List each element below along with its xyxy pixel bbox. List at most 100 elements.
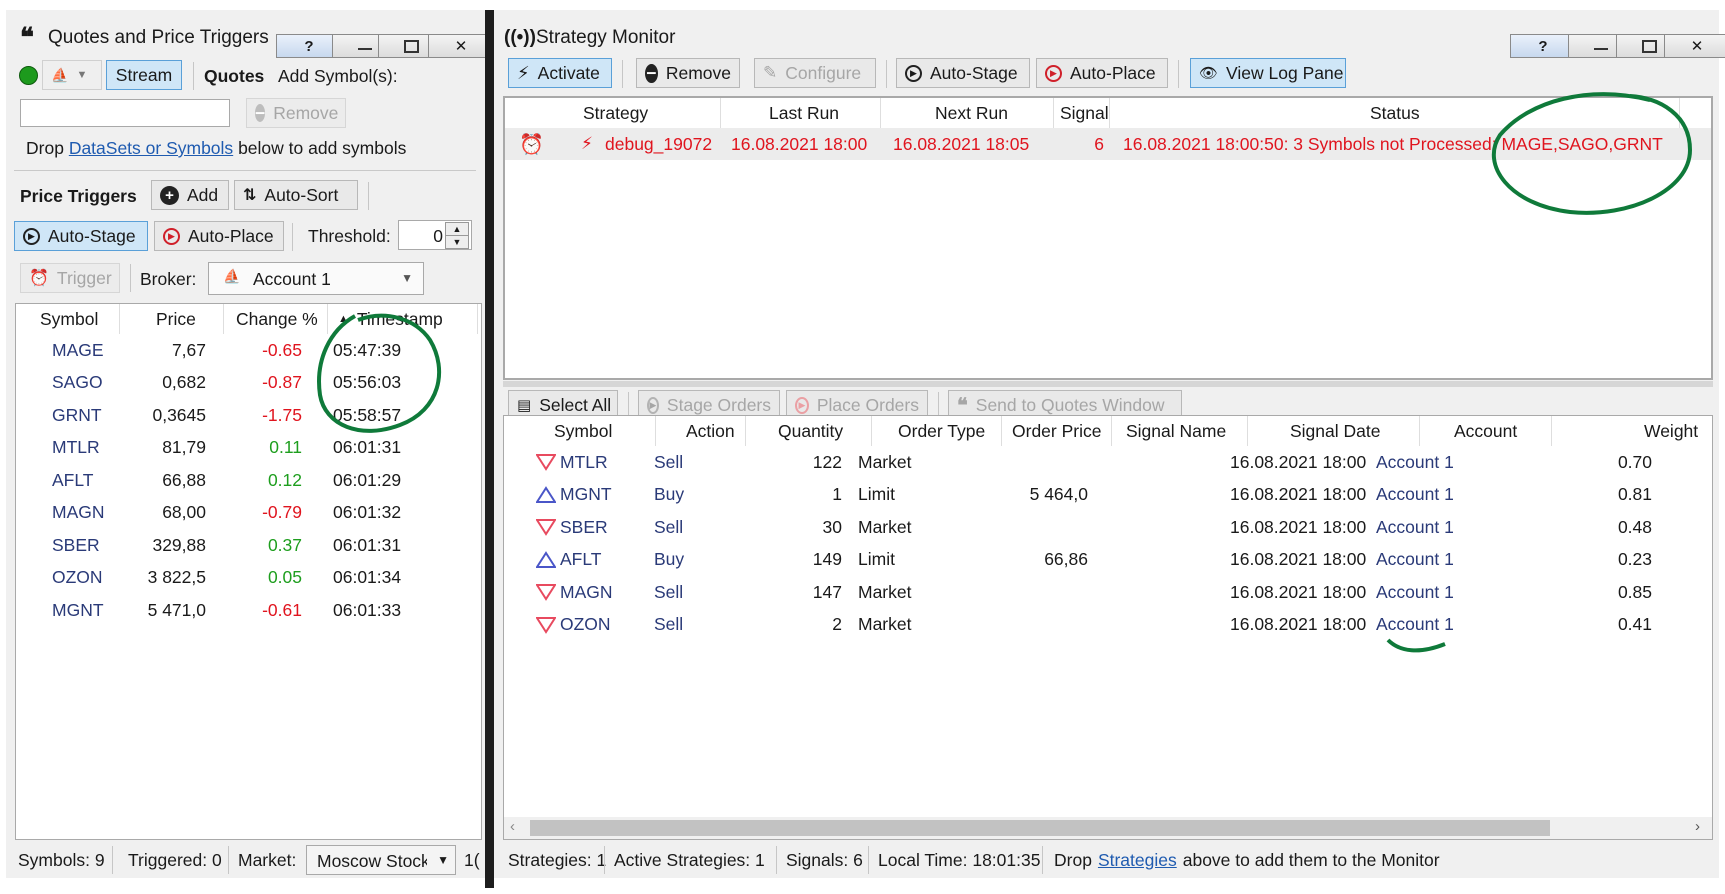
quote-row[interactable]: GRNT 0,3645 -1.75 05:58:57 bbox=[16, 399, 481, 431]
quote-row[interactable]: OZON 3 822,5 0.05 06:01:34 bbox=[16, 562, 481, 594]
quote-row[interactable]: AFLT 66,88 0.12 06:01:29 bbox=[16, 464, 481, 496]
threshold-spinner[interactable]: 0 ▲ ▼ bbox=[398, 220, 472, 250]
close-button[interactable]: ✕ bbox=[1664, 34, 1725, 58]
column-header-order-type[interactable]: Order Type bbox=[872, 416, 1002, 446]
datasets-symbols-link[interactable]: DataSets or Symbols bbox=[69, 138, 233, 158]
auto-sort-button[interactable]: ⇅ Auto-Sort bbox=[234, 180, 358, 210]
order-row[interactable]: OZON Sell 2 Market 16.08.2021 18:00 Account 1… bbox=[504, 609, 1712, 641]
status-extra: 1( bbox=[464, 849, 480, 870]
buy-triangle-icon bbox=[536, 544, 556, 576]
order-row[interactable]: AFLT Buy 149 Limit 66,86 16.08.2021 18:00 Acco… bbox=[504, 544, 1712, 576]
quote-row[interactable]: SAGO 0,682 -0.87 05:56:03 bbox=[16, 367, 481, 399]
drop-suffix: above to add them to the Monitor bbox=[1182, 849, 1440, 870]
column-header-last-run[interactable]: Last Run bbox=[721, 98, 881, 128]
status-separator bbox=[776, 846, 777, 874]
column-header-signal-date[interactable]: Signal Date bbox=[1248, 416, 1420, 446]
market-dropdown[interactable]: Moscow Stock ▼ bbox=[306, 845, 456, 875]
broker-dropdown[interactable]: ⛵ Account 1 ▼ bbox=[208, 262, 424, 295]
column-header-action[interactable]: Action bbox=[656, 416, 746, 446]
edit-icon: ✎ bbox=[763, 63, 778, 82]
local-time: Local Time: 18:01:35 bbox=[878, 849, 1041, 870]
add-trigger-button[interactable]: + Add bbox=[151, 180, 229, 210]
column-header-weight[interactable]: Weight bbox=[1552, 416, 1712, 446]
data-provider-dropdown[interactable]: ⛵ ▼ bbox=[42, 60, 102, 90]
column-header-status[interactable]: Status bbox=[1110, 98, 1680, 128]
quote-timestamp: 06:01:33 bbox=[333, 599, 402, 620]
quote-change: -0.87 bbox=[262, 372, 302, 392]
order-weight: 0.48 bbox=[1617, 516, 1652, 537]
auto-place-toggle[interactable]: ▶ Auto-Place bbox=[154, 221, 284, 251]
scroll-right-icon[interactable]: › bbox=[1695, 818, 1700, 835]
quote-row[interactable]: SBER 329,88 0.37 06:01:31 bbox=[16, 529, 481, 561]
column-header-next-run[interactable]: Next Run bbox=[881, 98, 1054, 128]
stream-button[interactable]: Stream bbox=[106, 60, 182, 90]
column-header-symbol[interactable]: Symbol bbox=[504, 416, 656, 446]
column-header-order-price[interactable]: Order Price bbox=[1002, 416, 1112, 446]
add-symbol-input[interactable] bbox=[20, 99, 230, 127]
order-action: Sell bbox=[654, 581, 684, 602]
column-header-strategy[interactable]: Strategy bbox=[505, 98, 721, 128]
status-separator bbox=[228, 846, 229, 874]
quote-symbol: MTLR bbox=[52, 437, 100, 457]
spin-down-icon[interactable]: ▼ bbox=[445, 235, 469, 249]
order-action: Sell bbox=[654, 516, 684, 537]
configure-button[interactable]: ✎ Configure bbox=[754, 58, 876, 88]
toolbar-separator bbox=[886, 60, 887, 88]
quote-row[interactable]: MAGN 68,00 -0.79 06:01:32 bbox=[16, 497, 481, 529]
scroll-left-icon[interactable]: ‹ bbox=[510, 818, 515, 835]
toolbar-separator bbox=[193, 62, 194, 90]
strategy-monitor-panel: ((•)) Strategy Monitor ? ✕ ⚡ Activate − … bbox=[494, 10, 1725, 878]
column-header-quantity[interactable]: Quantity bbox=[746, 416, 872, 446]
remove-strategy-button[interactable]: − Remove bbox=[636, 58, 740, 88]
order-row[interactable]: MTLR Sell 122 Market 16.08.2021 18:00 Account… bbox=[504, 446, 1712, 478]
column-header-signal-name[interactable]: Signal Name bbox=[1112, 416, 1248, 446]
column-header-change[interactable]: Change % bbox=[224, 304, 328, 334]
toolbar-separator bbox=[130, 264, 131, 292]
panel-splitter[interactable] bbox=[485, 10, 494, 888]
help-button[interactable]: ? bbox=[1510, 34, 1576, 58]
view-log-pane-button[interactable]: 👁 View Log Pane bbox=[1190, 58, 1346, 88]
column-header-account[interactable]: Account bbox=[1420, 416, 1552, 446]
order-row[interactable]: MGNT Buy 1 Limit 5 464,0 16.08.2021 18:00 Acco… bbox=[504, 479, 1712, 511]
add-symbols-label: Add Symbol(s): bbox=[278, 66, 398, 86]
strategy-row[interactable]: ⏰ ⚡ debug_19072 16.08.2021 18:00 16.08.2021 … bbox=[505, 128, 1711, 160]
play-red-icon: ▶ bbox=[163, 227, 180, 245]
column-header-symbol[interactable]: Symbol bbox=[16, 304, 120, 334]
order-type: Limit bbox=[858, 549, 895, 569]
market-value: Moscow Stock bbox=[317, 851, 427, 871]
order-quantity: 2 bbox=[832, 614, 842, 634]
header-label: Price bbox=[156, 308, 196, 329]
order-price bbox=[1002, 511, 1088, 543]
order-account: Account 1 bbox=[1376, 549, 1454, 569]
order-weight: 0.41 bbox=[1617, 614, 1652, 634]
quote-row[interactable]: MGNT 5 471,0 -0.61 06:01:33 bbox=[16, 594, 481, 626]
spin-up-icon[interactable]: ▲ bbox=[445, 222, 469, 236]
activate-button[interactable]: ⚡ Activate bbox=[508, 58, 612, 88]
order-row[interactable]: MAGN Sell 147 Market 16.08.2021 18:00 Account… bbox=[504, 576, 1712, 608]
horizontal-scrollbar[interactable]: ‹ › bbox=[504, 817, 1712, 839]
quote-row[interactable]: MAGE 7,67 -0.65 05:47:39 bbox=[16, 334, 481, 366]
strategies-link[interactable]: Strategies bbox=[1098, 850, 1177, 871]
auto-stage-button[interactable]: ▶ Auto-Stage bbox=[896, 58, 1030, 88]
quote-price: 7,67 bbox=[171, 339, 206, 360]
column-header-timestamp[interactable]: ▲ Timestamp bbox=[328, 304, 478, 334]
auto-stage-toggle[interactable]: ▶ Auto-Stage bbox=[14, 221, 148, 251]
quote-row[interactable]: MTLR 81,79 0.11 06:01:31 bbox=[16, 432, 481, 464]
scrollbar-thumb[interactable] bbox=[530, 820, 1550, 836]
auto-place-button[interactable]: ▶ Auto-Place bbox=[1036, 58, 1168, 88]
pane-splitter[interactable] bbox=[503, 381, 1713, 387]
order-action: Sell bbox=[654, 451, 684, 472]
trigger-button[interactable]: ⏰ Trigger bbox=[20, 263, 120, 293]
quote-timestamp: 05:58:57 bbox=[333, 404, 402, 425]
column-header-price[interactable]: Price bbox=[120, 304, 224, 334]
help-icon: ? bbox=[304, 37, 314, 55]
order-price: 5 464,0 bbox=[1029, 484, 1088, 504]
column-header-signals[interactable]: Signals bbox=[1054, 98, 1110, 128]
strategy-signals: 6 bbox=[1094, 133, 1104, 154]
order-account: Account 1 bbox=[1376, 484, 1454, 504]
add-label: Add bbox=[187, 184, 219, 205]
order-row[interactable]: SBER Sell 30 Market 16.08.2021 18:00 Account … bbox=[504, 511, 1712, 543]
remove-symbol-button[interactable]: − Remove bbox=[246, 98, 346, 128]
quote-symbol: OZON bbox=[52, 567, 103, 587]
auto-place-label: Auto-Place bbox=[1070, 62, 1156, 83]
